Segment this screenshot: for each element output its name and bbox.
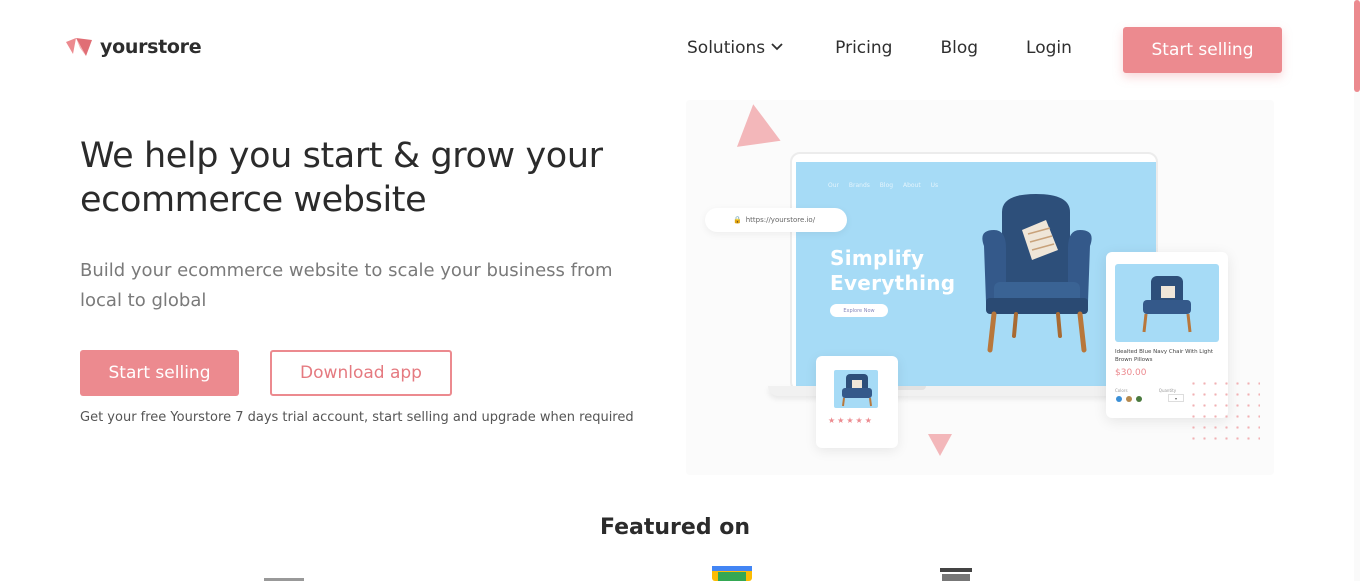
nav-item-label: Solutions	[687, 38, 766, 58]
brand-name: yourstore	[100, 36, 202, 58]
color-swatch-green	[1136, 396, 1142, 402]
download-app-button[interactable]: Download app	[270, 350, 452, 396]
product-option-labels: Colors Quantity	[1115, 388, 1177, 393]
product-image	[1115, 264, 1219, 342]
scrollbar-thumb[interactable]	[1354, 0, 1360, 92]
triangle-decoration-icon	[928, 434, 952, 456]
product-thumbnail	[834, 370, 878, 408]
nav-item-label: Pricing	[835, 38, 893, 58]
product-name: Idealted Blue Navy Chair With Light Brow…	[1115, 349, 1214, 363]
featured-logo-2	[712, 566, 752, 581]
nav-item-label: Blog	[940, 38, 979, 58]
armchair-thumb-image	[842, 374, 872, 407]
mockup-nav: Our Brands Blog About Us	[828, 182, 939, 189]
laptop-screen: Our Brands Blog About Us Simplify Everyt…	[796, 162, 1156, 388]
main-nav: Solutions Pricing Blog Login	[687, 38, 1072, 58]
header-start-selling-button[interactable]: Start selling	[1123, 27, 1282, 73]
hero-title: We help you start & grow your ecommerce …	[80, 136, 603, 220]
color-swatch-brown	[1126, 396, 1132, 402]
hero-illustration: Our Brands Blog About Us Simplify Everyt…	[686, 100, 1274, 475]
nav-item-login[interactable]: Login	[1026, 38, 1072, 58]
triangle-decoration-icon	[731, 101, 781, 147]
brand-mark-icon	[66, 38, 92, 56]
product-price: $30.00	[1115, 368, 1147, 378]
featured-on-heading: Featured on	[599, 515, 751, 540]
lock-icon: 🔒	[733, 216, 742, 224]
nav-item-solutions[interactable]: Solutions	[687, 38, 783, 58]
featured-logo-3	[940, 568, 972, 581]
mockup-headline-line2: Everything	[830, 271, 956, 295]
trial-note: Get your free Yourstore 7 days trial acc…	[80, 410, 634, 425]
armchair-product-image	[1142, 276, 1192, 333]
url-text: https://yourstore.io/	[745, 216, 816, 224]
start-selling-button[interactable]: Start selling	[80, 350, 239, 396]
url-bar: 🔒 https://yourstore.io/	[705, 208, 847, 232]
featured-logo-1	[264, 578, 304, 581]
color-swatch-blue	[1116, 396, 1122, 402]
nav-item-label: Login	[1026, 38, 1072, 58]
quantity-select: ▾	[1168, 394, 1184, 402]
mockup-headline: Simplify Everything	[830, 246, 955, 296]
armchair-image	[982, 194, 1092, 353]
hero-subtitle: Build your ecommerce website to scale yo…	[80, 260, 613, 311]
rating-stars: ★★★★★	[828, 416, 874, 425]
chevron-down-icon	[771, 40, 783, 54]
dot-pattern-decoration	[1188, 378, 1260, 444]
brand-logo[interactable]: yourstore	[66, 36, 202, 58]
review-card: ★★★★★	[816, 356, 898, 448]
mockup-explore-button: Explore Now	[830, 304, 888, 317]
nav-item-pricing[interactable]: Pricing	[835, 38, 892, 58]
nav-item-blog[interactable]: Blog	[940, 38, 978, 58]
mockup-headline-line1: Simplify	[830, 246, 925, 270]
